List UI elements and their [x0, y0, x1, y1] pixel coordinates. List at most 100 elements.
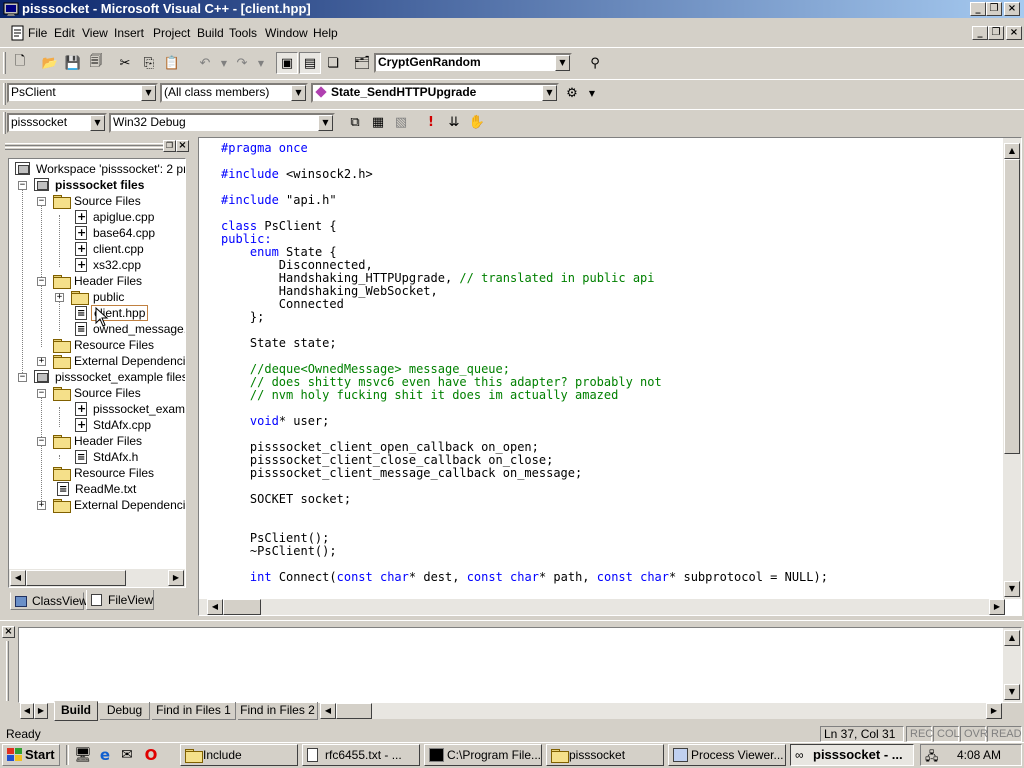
scroll-thumb[interactable] — [336, 703, 372, 719]
code-area[interactable]: #pragma once #include <winsock2.h> #incl… — [203, 140, 1003, 600]
scroll-up-icon[interactable]: ▲ — [1004, 630, 1020, 646]
collapse-icon[interactable]: − — [18, 181, 27, 190]
stop-build-icon[interactable]: ▧ — [390, 111, 412, 133]
tab-scroll-left-icon[interactable]: ◀ — [20, 703, 34, 719]
collapse-icon[interactable]: − — [37, 277, 46, 286]
copy-icon[interactable]: ⎘ — [138, 52, 160, 74]
execute-icon[interactable]: ! — [420, 111, 442, 133]
tab-debug[interactable]: Debug — [100, 702, 150, 720]
tab-fileview[interactable]: FileView — [86, 590, 154, 610]
chevron-down-icon[interactable]: ▼ — [90, 115, 105, 131]
panel-grip[interactable] — [5, 143, 163, 146]
wizard-action-icon[interactable]: ⚙ — [561, 82, 583, 104]
compile-icon[interactable]: ⧉ — [344, 111, 366, 133]
chevron-down-icon[interactable]: ▼ — [555, 55, 570, 71]
output-close-button[interactable]: × — [2, 626, 15, 638]
scroll-down-icon[interactable]: ▼ — [1004, 684, 1020, 700]
scroll-right-icon[interactable]: ▶ — [989, 599, 1005, 615]
find-combo[interactable]: CryptGenRandom ▼ — [374, 53, 572, 73]
tab-find-in-files-1[interactable]: Find in Files 1 — [152, 702, 236, 720]
panel-close-button[interactable]: × — [176, 140, 189, 152]
class-combo[interactable]: PsClient ▼ — [7, 83, 158, 103]
window-list-icon[interactable]: ❏ — [322, 52, 344, 74]
close-button[interactable]: × — [1004, 2, 1020, 16]
doc-close-button[interactable]: × — [1006, 26, 1022, 40]
expand-icon[interactable]: + — [37, 501, 46, 510]
app-icon[interactable] — [3, 1, 19, 17]
collapse-icon[interactable]: − — [37, 197, 46, 206]
scroll-right-icon[interactable]: ▶ — [986, 703, 1002, 719]
paste-icon[interactable]: 📋 — [161, 52, 183, 74]
menu-insert[interactable]: Insert — [114, 26, 144, 40]
toolbar-grip[interactable] — [3, 83, 6, 105]
task-visual-cpp[interactable]: ∞ pisssocket - ... — [790, 744, 914, 766]
menu-edit[interactable]: Edit — [54, 26, 75, 40]
scroll-thumb[interactable] — [1004, 159, 1020, 454]
menu-file[interactable]: File — [28, 26, 47, 40]
find-binoculars-icon[interactable]: ⚲ — [584, 52, 606, 74]
build-icon[interactable]: ▦ — [367, 111, 389, 133]
save-icon[interactable]: 💾 — [62, 52, 84, 74]
document-icon[interactable] — [10, 25, 26, 41]
menu-tools[interactable]: Tools — [229, 26, 257, 40]
expand-icon[interactable]: + — [55, 293, 64, 302]
menu-help[interactable]: Help — [313, 26, 338, 40]
title-bar[interactable]: pisssocket - Microsoft Visual C++ - [cli… — [0, 0, 1024, 18]
toolbar-grip[interactable] — [3, 52, 6, 74]
open-folder-icon[interactable]: 📂 — [39, 52, 61, 74]
workspace-toggle-icon[interactable]: ▣ — [276, 52, 298, 74]
filter-combo[interactable]: (All class members) ▼ — [160, 83, 308, 103]
panel-grip[interactable] — [6, 641, 9, 701]
menu-build[interactable]: Build — [197, 26, 224, 40]
start-button[interactable]: Start — [2, 744, 60, 766]
doc-restore-button[interactable]: ❐ — [988, 26, 1004, 40]
tab-find-in-files-2[interactable]: Find in Files 2 — [238, 702, 318, 720]
expand-icon[interactable]: + — [37, 357, 46, 366]
member-combo[interactable]: State_SendHTTPUpgrade ▼ — [311, 83, 559, 103]
config-combo[interactable]: Win32 Debug ▼ — [109, 113, 335, 133]
menu-window[interactable]: Window — [265, 26, 308, 40]
file-tree[interactable]: Workspace 'pisssocket': 2 proje − pissso… — [8, 158, 186, 588]
tab-scroll-right-icon[interactable]: ▶ — [34, 703, 48, 719]
task-include[interactable]: Include — [180, 744, 298, 766]
task-program-files[interactable]: C:\Program File... — [424, 744, 542, 766]
scroll-left-icon[interactable]: ◀ — [207, 599, 223, 615]
output-toggle-icon[interactable]: ▤ — [299, 52, 321, 74]
scroll-down-icon[interactable]: ▼ — [1004, 581, 1020, 597]
breakpoint-hand-icon[interactable]: ✋ — [466, 111, 488, 133]
go-icon[interactable]: ⇊ — [443, 111, 465, 133]
output-text-area[interactable]: ▲ ▼ — [18, 627, 1022, 703]
menu-project[interactable]: Project — [153, 26, 190, 40]
opera-icon[interactable]: O — [140, 744, 162, 766]
outlook-icon[interactable]: ✉ — [116, 744, 138, 766]
scroll-thumb[interactable] — [223, 599, 261, 615]
output-hscroll[interactable] — [320, 703, 1002, 719]
minimize-button[interactable]: _ — [970, 2, 986, 16]
chevron-down-icon[interactable]: ▼ — [291, 85, 306, 101]
new-text-file-icon[interactable]: 🗋 — [9, 52, 31, 74]
menu-view[interactable]: View — [82, 26, 108, 40]
scroll-up-icon[interactable]: ▲ — [1004, 143, 1020, 159]
chevron-down-icon[interactable]: ▼ — [318, 115, 333, 131]
tab-build[interactable]: Build — [54, 701, 98, 721]
chevron-down-icon[interactable]: ▼ — [141, 85, 156, 101]
internet-explorer-icon[interactable]: e — [94, 744, 116, 766]
toolbar-grip[interactable] — [3, 112, 6, 134]
save-all-icon[interactable]: 🗐 — [85, 52, 107, 74]
find-in-files-icon[interactable]: 🗂 — [351, 52, 373, 74]
editor-hscroll[interactable] — [199, 599, 1003, 615]
maximize-button[interactable]: ❐ — [986, 2, 1002, 16]
wizard-action-dropdown-icon[interactable]: ▼ — [581, 82, 603, 104]
panel-restore-button[interactable]: ❐ — [163, 140, 176, 152]
code-editor[interactable]: #pragma once #include <winsock2.h> #incl… — [198, 137, 1022, 616]
task-rfc6455[interactable]: rfc6455.txt - ... — [302, 744, 420, 766]
scroll-left-icon[interactable]: ◀ — [320, 703, 336, 719]
tab-classview[interactable]: ClassView — [10, 592, 88, 610]
task-pisssocket-folder[interactable]: pisssocket — [546, 744, 664, 766]
collapse-icon[interactable]: − — [18, 373, 27, 382]
show-desktop-icon[interactable]: 🖥 — [72, 744, 94, 766]
collapse-icon[interactable]: − — [37, 389, 46, 398]
scroll-left-icon[interactable]: ◀ — [10, 570, 26, 586]
chevron-down-icon[interactable]: ▼ — [542, 85, 557, 101]
redo-dropdown-icon[interactable]: ▼ — [250, 52, 272, 74]
